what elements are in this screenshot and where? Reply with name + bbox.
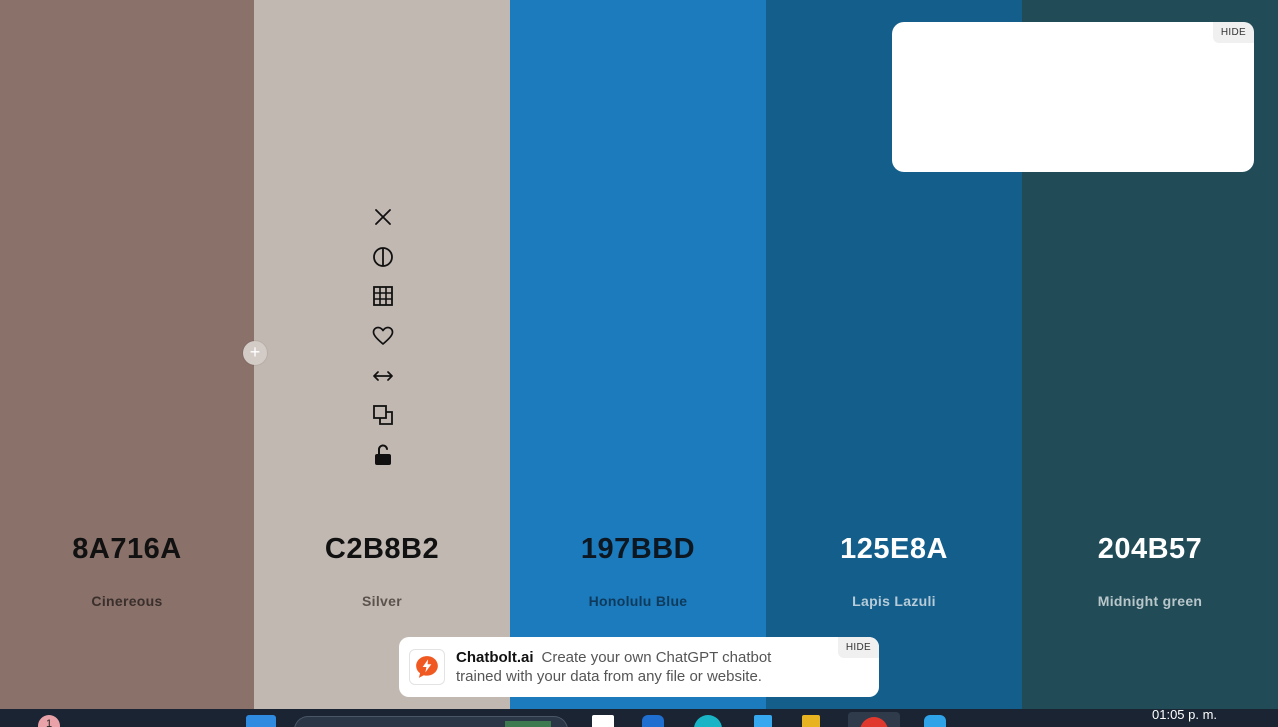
- swatch-hex-code[interactable]: 204B57: [1022, 533, 1278, 566]
- swatch-hex-code[interactable]: 8A716A: [0, 533, 254, 566]
- view-shades-button[interactable]: [369, 282, 397, 310]
- active-app[interactable]: [848, 712, 900, 727]
- app-icon-2[interactable]: [642, 715, 664, 727]
- chatbolt-banner[interactable]: Chatbolt.ai Create your own ChatGPT chatb…: [399, 637, 879, 697]
- app-icon-3[interactable]: [694, 715, 722, 727]
- ad-hide-button[interactable]: HIDE: [1212, 22, 1254, 43]
- banner-brand: Chatbolt.ai: [456, 649, 534, 666]
- horizontal-arrows-icon: [373, 370, 393, 381]
- close-icon: [375, 209, 391, 225]
- save-color-button[interactable]: [369, 322, 397, 350]
- swatch-hex-code[interactable]: 197BBD: [510, 533, 766, 566]
- color-swatch[interactable]: 8A716A Cinereous: [0, 0, 254, 709]
- search-highlight-icon: [505, 721, 551, 727]
- search-box[interactable]: [294, 716, 568, 727]
- contrast-icon: [373, 246, 393, 267]
- copy-icon: [373, 405, 393, 426]
- app-icon-6[interactable]: [924, 715, 946, 727]
- ad-placeholder: HIDE: [892, 22, 1254, 172]
- swatch-color-name[interactable]: Midnight green: [1022, 593, 1278, 609]
- start-icon[interactable]: [246, 715, 276, 727]
- banner-text: Chatbolt.ai Create your own ChatGPT chatb…: [456, 648, 796, 686]
- view-shades-contrast-button[interactable]: [369, 243, 397, 271]
- drag-color-handle[interactable]: [369, 362, 397, 390]
- grid-icon: [373, 286, 393, 307]
- app-icon-5[interactable]: [802, 715, 820, 727]
- swatch-hex-code[interactable]: C2B8B2: [254, 533, 510, 566]
- lock-color-button[interactable]: [369, 441, 397, 469]
- taskbar-clock: 01:05 p. m.: [1152, 707, 1218, 722]
- chatbolt-logo: [409, 649, 445, 685]
- swatch-color-name[interactable]: Lapis Lazuli: [766, 593, 1022, 609]
- notification-badge[interactable]: 1: [38, 715, 60, 727]
- banner-hide-button[interactable]: HIDE: [837, 637, 879, 658]
- swatch-color-name[interactable]: Cinereous: [0, 593, 254, 609]
- chatbolt-logo-icon: [416, 656, 438, 678]
- taskbar: 1: [0, 709, 1278, 727]
- swatch-color-name[interactable]: Silver: [254, 593, 510, 609]
- heart-icon: [372, 326, 394, 345]
- app-icon-4[interactable]: [754, 715, 772, 727]
- swatch-color-name[interactable]: Honolulu Blue: [510, 593, 766, 609]
- swatch-hex-code[interactable]: 125E8A: [766, 533, 1022, 566]
- swatch-toolbar: [363, 203, 403, 481]
- copy-hex-button[interactable]: [369, 401, 397, 429]
- remove-color-button[interactable]: [369, 203, 397, 231]
- add-color-button[interactable]: +: [243, 341, 267, 365]
- app-icon-1[interactable]: [592, 715, 614, 727]
- browser-icon: [860, 717, 888, 727]
- unlock-icon: [375, 444, 391, 466]
- color-swatch[interactable]: 197BBD Honolulu Blue: [510, 0, 766, 709]
